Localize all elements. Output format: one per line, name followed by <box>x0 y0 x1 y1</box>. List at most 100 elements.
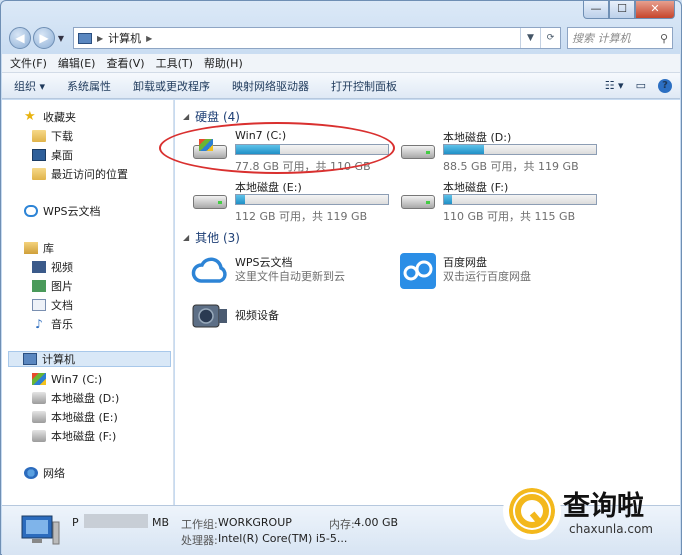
close-button[interactable]: ✕ <box>635 1 675 19</box>
documents-library-icon <box>32 299 46 311</box>
sidebar-item-recent-places[interactable]: 最近访问的位置 <box>32 166 128 182</box>
video-library-icon <box>32 261 46 273</box>
sidebar-item-label: 图片 <box>51 280 73 293</box>
hard-drive-icon <box>399 189 437 211</box>
uninstall-program-button[interactable]: 卸载或更改程序 <box>133 78 210 94</box>
computer-name-prefix: P <box>72 516 79 529</box>
drive-tile-d[interactable]: 本地磁盘 (D:) 88.5 GB 可用，共 119 GB <box>399 129 599 173</box>
system-properties-button[interactable]: 系统属性 <box>67 78 111 94</box>
watermark-logo-icon <box>503 482 561 540</box>
group-header-hard-drives[interactable]: ◢ 硬盘 (4) <box>183 108 240 125</box>
back-button[interactable]: ◀ <box>9 27 31 49</box>
other-item-video-device[interactable]: 视频设备 <box>191 297 391 333</box>
drive-name: 本地磁盘 (F:) <box>443 181 509 194</box>
drive-tile-f[interactable]: 本地磁盘 (F:) 110 GB 可用，共 115 GB <box>399 179 599 223</box>
drive-usage-bar <box>235 194 389 205</box>
network-icon <box>24 467 38 479</box>
sidebar-item-network[interactable]: 网络 <box>24 465 65 481</box>
group-header-label: 其他 (3) <box>195 231 240 245</box>
star-icon: ★ <box>24 109 36 124</box>
navigation-pane: ★ 收藏夹 下载 桌面 最近访问的位置 WPS云文档 库 视频 图片 文档 ♪ … <box>2 100 174 505</box>
drive-usage-bar <box>443 194 597 205</box>
search-input[interactable]: 搜索 计算机 ⚲ <box>567 27 673 49</box>
preview-pane-icon[interactable]: ▭ <box>636 79 646 92</box>
menu-view[interactable]: 查看(V) <box>106 55 144 71</box>
sidebar-item-pictures[interactable]: 图片 <box>32 278 73 294</box>
other-item-desc: 双击运行百度网盘 <box>443 270 531 283</box>
menu-help[interactable]: 帮助(H) <box>204 55 243 71</box>
drive-usage-fill <box>236 195 246 204</box>
sidebar-item-label: 网络 <box>43 467 65 480</box>
computer-icon <box>23 353 37 365</box>
sidebar-item-downloads[interactable]: 下载 <box>32 128 73 144</box>
menu-file[interactable]: 文件(F) <box>10 55 47 71</box>
sidebar-item-drive-c[interactable]: Win7 (C:) <box>32 371 102 387</box>
computer-icon <box>78 32 92 44</box>
search-icon[interactable]: ⚲ <box>660 32 668 45</box>
forward-button[interactable]: ▶ <box>33 27 55 49</box>
workgroup-value: WORKGROUP <box>218 516 292 529</box>
collapse-triangle-icon[interactable]: ◢ <box>183 112 189 121</box>
music-note-icon: ♪ <box>35 317 43 331</box>
sidebar-item-music[interactable]: ♪ 音乐 <box>32 316 73 332</box>
other-item-desc: 这里文件自动更新到云 <box>235 270 345 283</box>
sidebar-item-desktop[interactable]: 桌面 <box>32 147 73 163</box>
open-control-panel-button[interactable]: 打开控制面板 <box>331 78 397 94</box>
memory-label: 内存: <box>329 518 355 531</box>
refresh-icon[interactable]: ⟳ <box>540 28 560 48</box>
drive-usage-fill <box>444 145 484 154</box>
watermark-url: chaxunla.com <box>569 522 653 536</box>
site-watermark: 查询啦 chaxunla.com <box>503 480 673 544</box>
hard-drive-icon <box>32 392 46 404</box>
sidebar-item-label: 音乐 <box>51 318 73 331</box>
breadcrumb-separator-icon[interactable]: ▶ <box>97 34 103 43</box>
recent-pages-dropdown[interactable]: ▼ <box>55 34 67 43</box>
sidebar-item-documents[interactable]: 文档 <box>32 297 73 313</box>
navigation-bar: ◀ ▶ ▼ ▶ 计算机 ▶ ▼ ⟳ 搜索 计算机 ⚲ <box>9 26 673 50</box>
sidebar-item-wps-cloud[interactable]: WPS云文档 <box>24 203 101 219</box>
drive-tile-e[interactable]: 本地磁盘 (E:) 112 GB 可用，共 119 GB <box>191 179 391 223</box>
maximize-button[interactable]: ☐ <box>609 1 635 19</box>
search-placeholder: 搜索 计算机 <box>572 32 631 45</box>
hard-drive-icon <box>399 139 437 161</box>
sidebar-item-label: 库 <box>43 242 54 255</box>
downloads-folder-icon <box>32 130 46 142</box>
cloud-icon <box>24 205 38 217</box>
pictures-library-icon <box>32 280 46 292</box>
other-item-baidu-netdisk[interactable]: 百度网盘 双击运行百度网盘 <box>399 253 599 289</box>
hard-drive-icon <box>191 189 229 211</box>
sidebar-item-label: 本地磁盘 (E:) <box>51 411 118 424</box>
view-options-icon[interactable]: ☷ ▾ <box>605 79 624 92</box>
sidebar-item-computer[interactable]: 计算机 <box>8 351 171 367</box>
sidebar-item-videos[interactable]: 视频 <box>32 259 73 275</box>
wps-cloud-icon <box>191 253 229 289</box>
sidebar-item-label: 收藏夹 <box>43 111 76 124</box>
drive-free-space: 112 GB 可用，共 119 GB <box>235 210 368 223</box>
sidebar-item-favorites[interactable]: ★ 收藏夹 <box>24 109 76 125</box>
address-dropdown-icon[interactable]: ▼ <box>520 28 540 48</box>
minimize-button[interactable]: — <box>583 1 609 19</box>
help-icon[interactable]: ? <box>658 78 672 93</box>
memory-value: 4.00 GB <box>354 516 399 529</box>
map-network-drive-button[interactable]: 映射网络驱动器 <box>232 78 309 94</box>
collapse-triangle-icon[interactable]: ◢ <box>183 233 189 242</box>
sidebar-item-drive-d[interactable]: 本地磁盘 (D:) <box>32 390 119 406</box>
sidebar-item-libraries[interactable]: 库 <box>24 240 54 256</box>
breadcrumb-computer[interactable]: 计算机 <box>108 30 141 46</box>
sidebar-item-label: 本地磁盘 (F:) <box>51 430 117 443</box>
sidebar-item-label: 本地磁盘 (D:) <box>51 392 120 405</box>
watermark-title: 查询啦 <box>563 491 644 522</box>
menu-tools[interactable]: 工具(T) <box>156 55 193 71</box>
breadcrumb-separator-icon[interactable]: ▶ <box>146 34 152 43</box>
organize-button[interactable]: 组织 ▾ <box>14 78 45 94</box>
sidebar-item-drive-e[interactable]: 本地磁盘 (E:) <box>32 409 118 425</box>
group-header-others[interactable]: ◢ 其他 (3) <box>183 229 240 246</box>
sidebar-item-drive-f[interactable]: 本地磁盘 (F:) <box>32 428 116 444</box>
drive-led <box>426 151 430 154</box>
redacted-block <box>84 514 148 528</box>
drive-name: 本地磁盘 (E:) <box>235 181 302 194</box>
menu-edit[interactable]: 编辑(E) <box>58 55 96 71</box>
address-bar[interactable]: ▶ 计算机 ▶ ▼ ⟳ <box>73 27 561 49</box>
computer-icon <box>20 514 60 548</box>
other-item-wps-cloud[interactable]: WPS云文档 这里文件自动更新到云 <box>191 253 391 289</box>
